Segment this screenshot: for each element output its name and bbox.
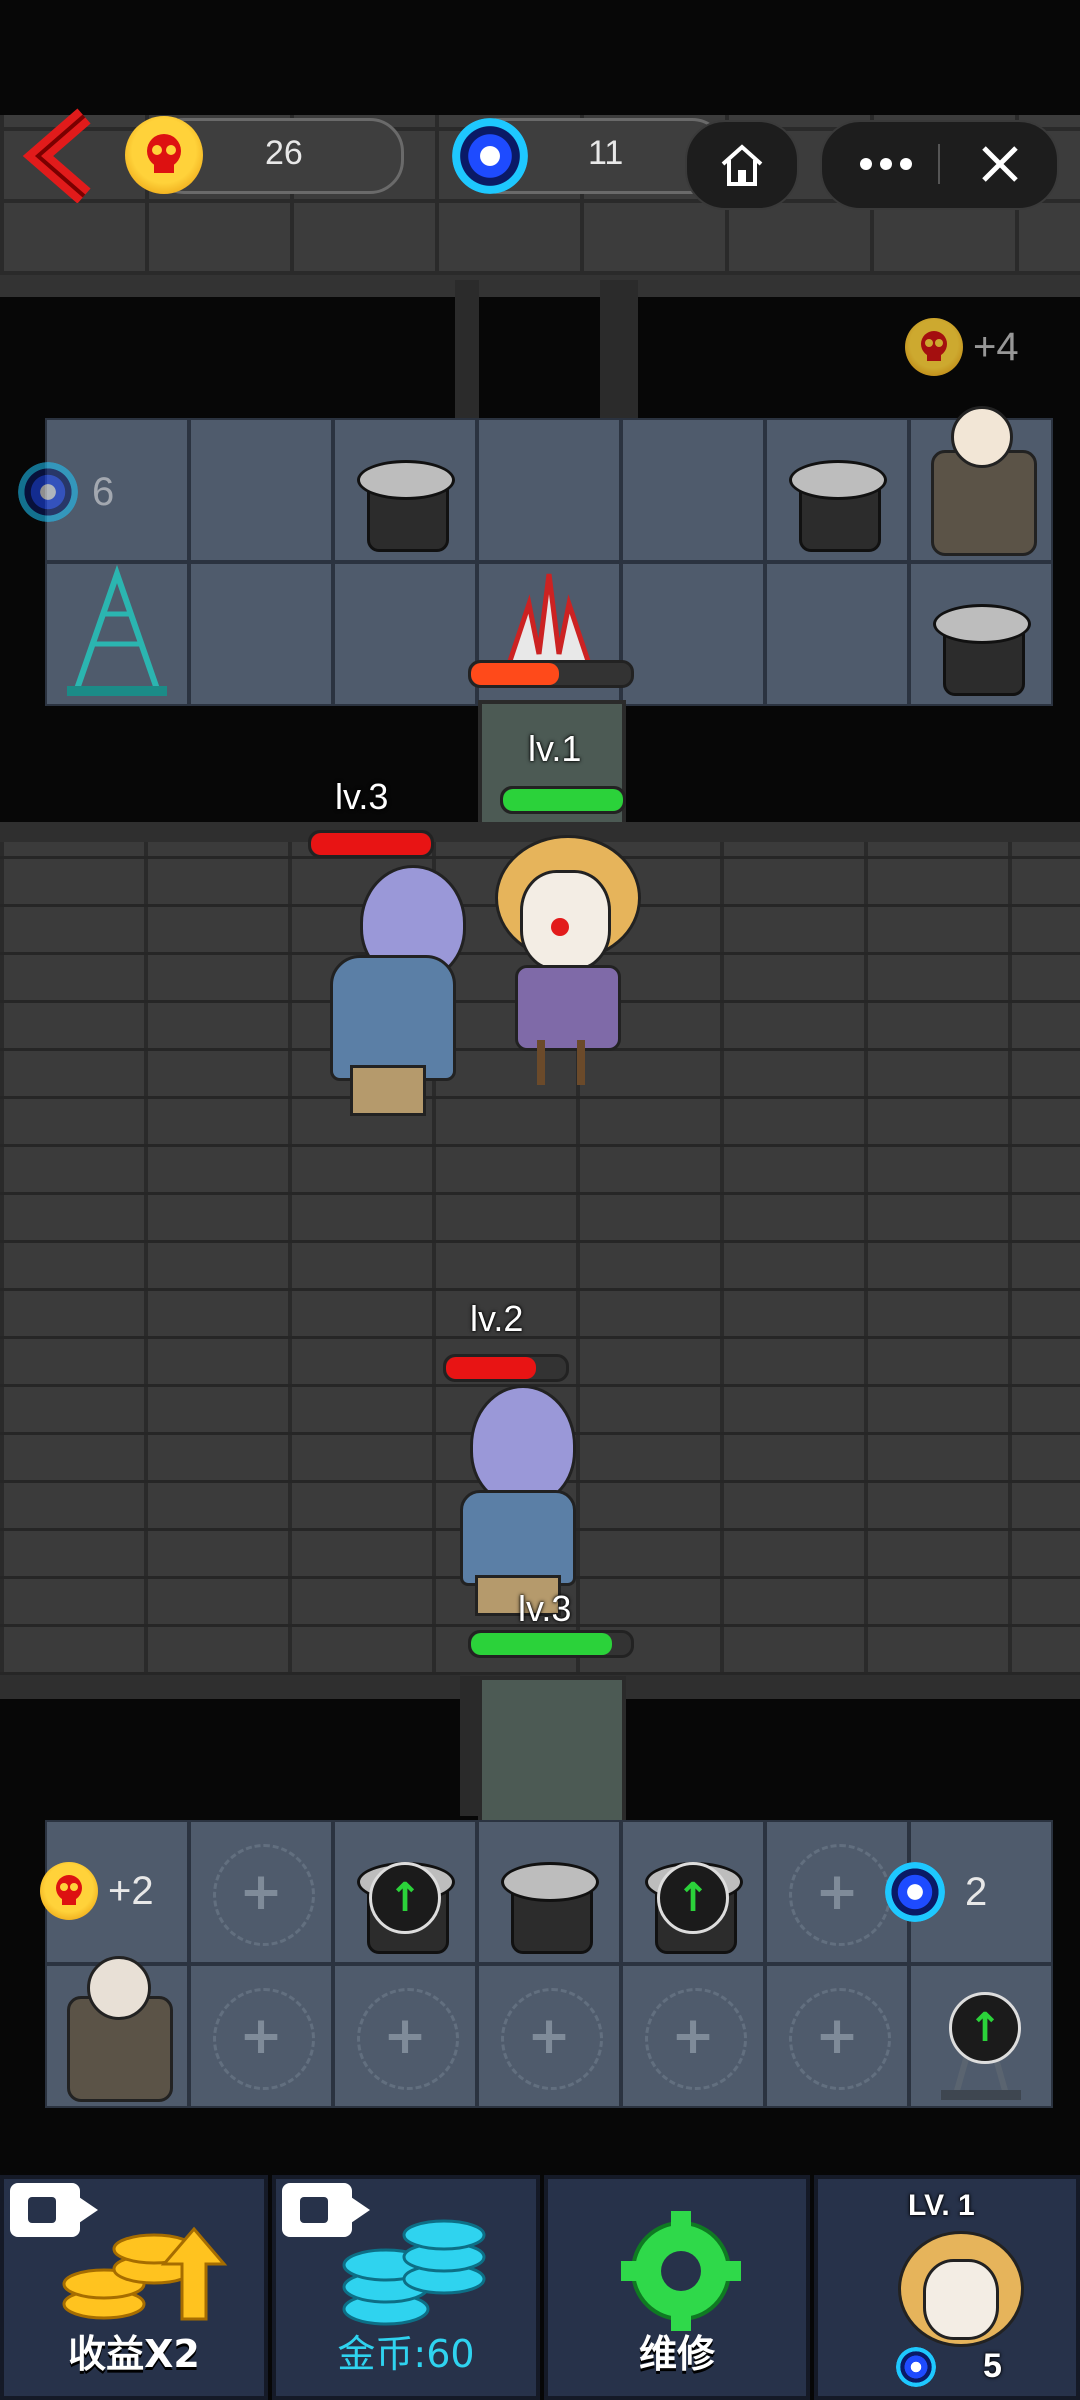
home-button[interactable] xyxy=(685,120,799,210)
radio-tower[interactable] xyxy=(45,562,189,706)
portal-energy-value: 11 xyxy=(588,134,624,172)
clown-hp-bar xyxy=(500,786,626,814)
room-tile[interactable] xyxy=(621,418,765,562)
zombie-a[interactable] xyxy=(320,860,470,1130)
zombie-a-level-label: lv.3 xyxy=(335,776,389,817)
empty-slot[interactable]: + xyxy=(333,1964,477,2108)
repair-button[interactable]: 维修 xyxy=(544,2175,810,2400)
skull-coin-value: 26 xyxy=(265,134,303,172)
coins-button[interactable]: 金币:60 xyxy=(272,2175,540,2400)
income-double-button[interactable]: 收益X2 xyxy=(0,2175,268,2400)
wrench-gear-icon xyxy=(621,2211,741,2331)
door-hp-fill xyxy=(471,1633,612,1655)
portal-icon xyxy=(896,2347,936,2387)
corridor-wall-left xyxy=(455,280,479,420)
coins-label: 金币:60 xyxy=(337,2332,475,2376)
zombie-b-hp-fill xyxy=(446,1357,536,1379)
enemy-hp-bar xyxy=(468,660,634,688)
upgrade-arrow-icon[interactable]: ↑ xyxy=(949,1992,1021,2064)
lower-door[interactable] xyxy=(478,1676,626,1824)
gold-coins-icon xyxy=(62,2226,228,2321)
empty-slot[interactable]: + xyxy=(189,1820,333,1964)
room-tile[interactable] xyxy=(621,562,765,706)
more-dots-icon xyxy=(860,158,912,170)
door-level-label: lv.3 xyxy=(518,1588,572,1629)
income-double-label: 收益X2 xyxy=(68,2332,200,2376)
room-tile[interactable] xyxy=(189,562,333,706)
lower-reward-badge: +2 xyxy=(40,1862,154,1920)
clown-hero[interactable] xyxy=(485,830,645,1090)
enemy-hp-fill xyxy=(471,663,559,685)
lower-reward-value: +2 xyxy=(108,1868,154,1913)
close-button[interactable] xyxy=(950,124,1050,204)
trap-bucket-wrench[interactable] xyxy=(909,562,1053,706)
radio-tower[interactable]: ↑ xyxy=(909,1964,1053,2108)
zombie-b-level-label: lv.2 xyxy=(470,1298,524,1339)
skull-coin-icon xyxy=(905,318,963,376)
skull-coin-icon xyxy=(40,1862,98,1920)
corridor-wall-right xyxy=(600,280,638,420)
zombie-b-hp-bar xyxy=(443,1354,569,1382)
tower-icon xyxy=(67,564,167,696)
old-man-bed[interactable] xyxy=(909,406,1053,562)
upper-reward-value: +4 xyxy=(973,324,1019,369)
hero-level-label: LV. 1 xyxy=(908,2189,975,2222)
empty-slot[interactable]: + xyxy=(189,1964,333,2108)
clown-hp-fill xyxy=(503,789,623,811)
hud-bottom-ledge xyxy=(0,275,1080,297)
upper-portal-value: 6 xyxy=(92,469,115,514)
trap-bucket-saw[interactable]: ↑ xyxy=(621,1820,765,1964)
repair-label: 维修 xyxy=(638,2332,715,2376)
trap-bucket-saw[interactable] xyxy=(765,418,909,562)
cyan-coins-icon xyxy=(342,2219,486,2326)
portal-icon xyxy=(885,1862,945,1922)
more-menu-button[interactable] xyxy=(836,124,936,204)
trap-bucket-scissors[interactable] xyxy=(477,1820,621,1964)
room-tile[interactable] xyxy=(477,418,621,562)
skull-coin-icon xyxy=(125,116,203,194)
lower-portal-badge: 2 xyxy=(885,1862,987,1922)
portal-icon xyxy=(18,462,78,522)
upgrade-arrow-icon[interactable]: ↑ xyxy=(369,1862,441,1934)
empty-slot[interactable]: + xyxy=(477,1964,621,2108)
trap-bucket-scissors[interactable] xyxy=(333,418,477,562)
home-icon xyxy=(721,144,763,186)
upper-portal-badge: 6 xyxy=(18,462,114,522)
close-icon xyxy=(982,146,1018,182)
room-tile[interactable] xyxy=(765,562,909,706)
empty-slot[interactable]: + xyxy=(765,1964,909,2108)
portal-energy-icon xyxy=(452,118,528,194)
zombie-b[interactable] xyxy=(455,1380,585,1620)
clown-level-label: lv.1 xyxy=(528,728,582,769)
zombie-a-hp-bar xyxy=(308,830,434,858)
capsule-divider xyxy=(938,144,940,184)
hero-cost-value: 5 xyxy=(983,2347,1002,2385)
clown-face xyxy=(923,2259,999,2340)
door-hp-bar xyxy=(468,1630,634,1658)
player-bed[interactable] xyxy=(45,1956,189,2108)
room-tile[interactable] xyxy=(189,418,333,562)
lower-corridor-wall xyxy=(460,1676,480,1816)
hero-upgrade-button[interactable]: LV. 1 5 xyxy=(814,2175,1080,2400)
zombie-a-hp-fill xyxy=(311,833,431,855)
lower-portal-value: 2 xyxy=(965,1869,988,1914)
empty-slot[interactable]: + xyxy=(621,1964,765,2108)
back-arrow-icon xyxy=(22,108,91,204)
upgrade-arrow-icon[interactable]: ↑ xyxy=(657,1862,729,1934)
room-tile[interactable] xyxy=(333,562,477,706)
upper-reward-badge: +4 xyxy=(905,318,1019,376)
trap-bucket-saw[interactable]: ↑ xyxy=(333,1820,477,1964)
back-button[interactable] xyxy=(22,108,102,204)
